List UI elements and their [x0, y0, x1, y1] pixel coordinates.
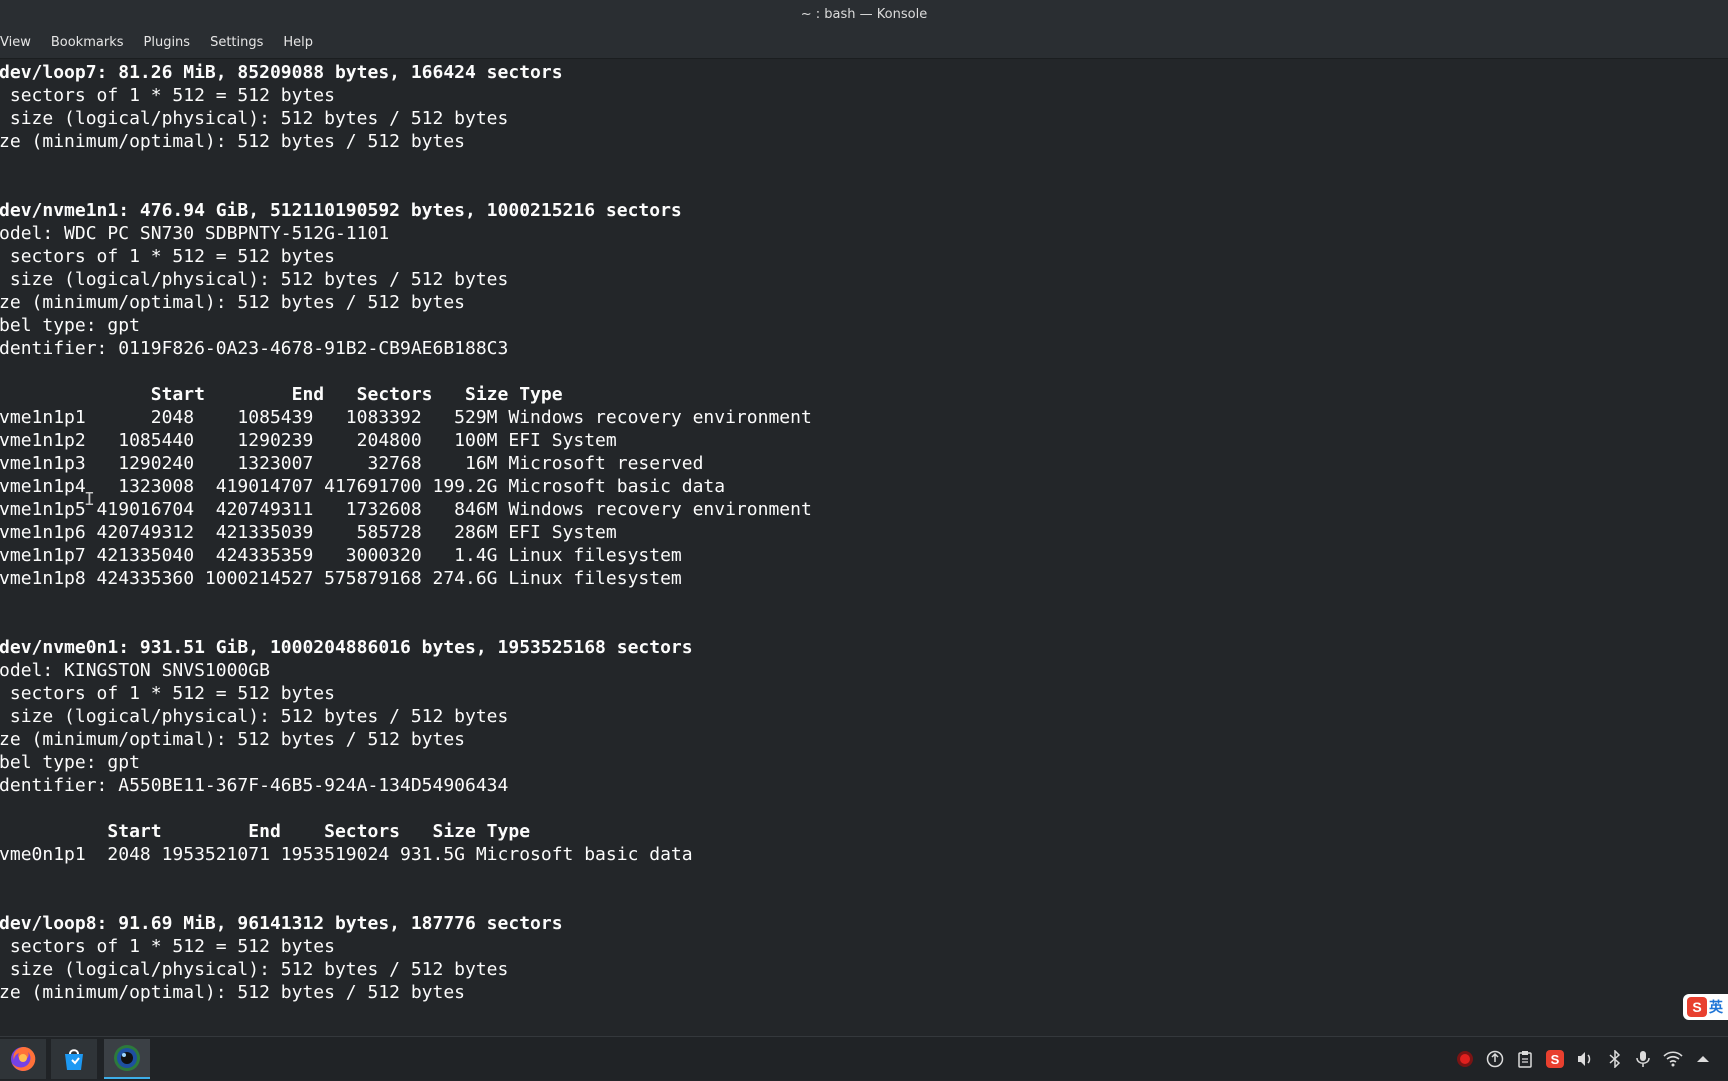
tray-input-method[interactable]: S — [1543, 1037, 1567, 1081]
tray-microphone[interactable] — [1631, 1037, 1655, 1081]
terminal-line: /dev/nvme1n1p2 1085440 1290239 204800 10… — [0, 430, 617, 451]
bluetooth-icon — [1609, 1050, 1621, 1068]
sogou-logo-icon: S — [1687, 997, 1707, 1017]
firefox-icon — [11, 1046, 36, 1071]
terminal-line: /dev/nvme1n1p4 1323008 419014707 4176917… — [0, 476, 726, 497]
terminal-line: Sector size (logical/physical): 512 byte… — [9, 108, 509, 129]
ime-status-badge[interactable]: S 英 — [1683, 994, 1728, 1020]
terminal-line: Device Start End Sectors Size Type — [107, 821, 531, 842]
window-titlebar[interactable]: ~ : bash — Konsole — [0, 0, 1728, 28]
terminal-line: Disk /dev/nvme1n1: 476.94 GiB, 512110190… — [0, 200, 682, 221]
terminal-line: Units: sectors of 1 * 512 = 512 bytes — [9, 85, 335, 106]
menu-settings[interactable]: Settings — [200, 28, 273, 58]
terminal-output: Disk /dev/loop7: 81.26 MiB, 85209088 byt… — [0, 61, 812, 1004]
konsole-app-icon — [114, 1045, 140, 1071]
terminal-line: Disk model: KINGSTON SNVS1000GB — [0, 660, 270, 681]
clipboard-icon — [1518, 1051, 1532, 1068]
terminal-line: Units: sectors of 1 * 512 = 512 bytes — [9, 936, 335, 957]
volume-icon — [1578, 1052, 1591, 1066]
update-icon — [1486, 1050, 1504, 1068]
menubar: View Bookmarks Plugins Settings Help — [0, 28, 1728, 59]
tray-wifi[interactable] — [1661, 1037, 1685, 1081]
terminal-line: /dev/nvme0n1p1 2048 1953521071 195351902… — [0, 844, 693, 865]
discover-store-icon — [65, 1049, 83, 1070]
menu-view[interactable]: View — [0, 28, 41, 58]
tray-volume[interactable] — [1573, 1037, 1597, 1081]
terminal-line: /dev/nvme1n1p8 424335360 1000214527 5758… — [0, 568, 682, 589]
terminal-line: I/O size (minimum/optimal): 512 bytes / … — [0, 292, 466, 313]
terminal-line: Disk identifier: 0119F826-0A23-4678-91B2… — [0, 338, 509, 359]
terminal-line: Disk model: WDC PC SN730 SDBPNTY-512G-11… — [0, 223, 390, 244]
terminal-line: /dev/nvme1n1p6 420749312 421335039 58572… — [0, 522, 617, 543]
terminal-line: /dev/nvme1n1p5 419016704 420749311 17326… — [0, 499, 812, 520]
tray-clipboard[interactable] — [1513, 1037, 1537, 1081]
terminal-line: Sector size (logical/physical): 512 byte… — [9, 959, 509, 980]
wifi-icon — [1663, 1051, 1683, 1067]
terminal-line: Device Start End Sectors Size Type — [150, 384, 563, 405]
taskbar-app-discover[interactable] — [51, 1039, 97, 1079]
tray-bluetooth[interactable] — [1603, 1037, 1627, 1081]
sogou-input-icon: S — [1546, 1050, 1564, 1068]
menu-help[interactable]: Help — [273, 28, 323, 58]
terminal-line: Disk identifier: A550BE11-367F-46B5-924A… — [0, 775, 509, 796]
tray-expand[interactable] — [1691, 1037, 1715, 1081]
terminal-line: Sector size (logical/physical): 512 byte… — [9, 269, 509, 290]
window-title: ~ : bash — Konsole — [800, 6, 928, 22]
terminal-line: Disk /dev/nvme0n1: 931.51 GiB, 100020488… — [0, 637, 693, 658]
taskbar: S — [0, 1036, 1728, 1080]
tray-update[interactable] — [1483, 1037, 1507, 1081]
terminal-line: Units: sectors of 1 * 512 = 512 bytes — [9, 683, 335, 704]
record-icon — [1457, 1051, 1473, 1067]
terminal-line: I/O size (minimum/optimal): 512 bytes / … — [0, 729, 466, 750]
ime-language-indicator: 英 — [1709, 1000, 1723, 1016]
terminal-line: /dev/nvme1n1p3 1290240 1323007 32768 16M… — [0, 453, 704, 474]
terminal-line: Sector size (logical/physical): 512 byte… — [9, 706, 509, 727]
terminal-line: Disk /dev/loop8: 91.69 MiB, 96141312 byt… — [0, 913, 563, 934]
terminal-line: /dev/nvme1n1p1 2048 1085439 1083392 529M… — [0, 407, 812, 428]
microphone-icon — [1636, 1051, 1650, 1067]
terminal-line: Disklabel type: gpt — [0, 315, 140, 336]
taskbar-app-konsole[interactable] — [104, 1039, 150, 1079]
menu-bookmarks[interactable]: Bookmarks — [41, 28, 134, 58]
terminal-line: Disk /dev/loop7: 81.26 MiB, 85209088 byt… — [0, 62, 563, 83]
terminal-line: I/O size (minimum/optimal): 512 bytes / … — [0, 982, 466, 1003]
terminal-line: /dev/nvme1n1p7 421335040 424335359 30003… — [0, 545, 682, 566]
menu-plugins[interactable]: Plugins — [134, 28, 201, 58]
terminal-line: Disklabel type: gpt — [0, 752, 140, 773]
text-cursor-ibeam-icon: I — [84, 489, 95, 510]
terminal-line: I/O size (minimum/optimal): 512 bytes / … — [0, 131, 466, 152]
expand-tray-icon — [1697, 1056, 1709, 1062]
tray-record[interactable] — [1453, 1037, 1477, 1081]
svg-text:S: S — [1551, 1052, 1560, 1067]
terminal-line: Units: sectors of 1 * 512 = 512 bytes — [9, 246, 335, 267]
terminal-view[interactable]: Disk /dev/loop7: 81.26 MiB, 85209088 byt… — [0, 59, 1728, 1036]
taskbar-app-firefox[interactable] — [0, 1039, 46, 1079]
